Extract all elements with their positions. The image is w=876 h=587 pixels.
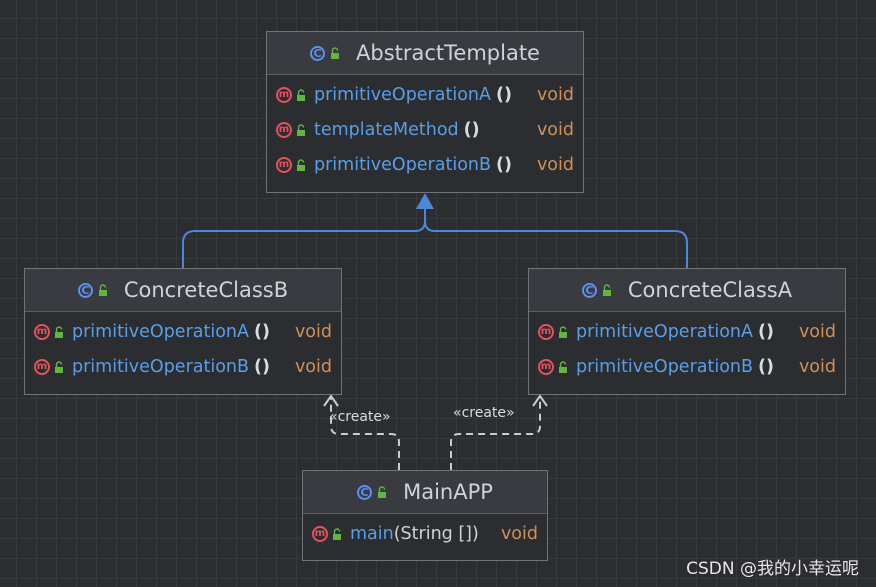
- inheritance-edge-concrete-b[interactable]: [182, 207, 426, 268]
- method-row[interactable]: m primitiveOperationA () void: [267, 77, 583, 112]
- class-header[interactable]: C AbstractTemplate: [267, 32, 583, 75]
- class-name: AbstractTemplate: [356, 41, 540, 65]
- method-params: (): [463, 119, 480, 140]
- public-lock-icon: [55, 360, 63, 373]
- create-edge-concrete-b[interactable]: [330, 397, 400, 470]
- public-lock-icon: [297, 123, 305, 136]
- method-row[interactable]: m primitiveOperationA () void: [529, 314, 845, 349]
- method-params: (): [496, 154, 513, 175]
- method-row[interactable]: m primitiveOperationB () void: [529, 349, 845, 384]
- public-lock-icon: [559, 360, 567, 373]
- method-row[interactable]: m primitiveOperationB () void: [25, 349, 341, 384]
- method-m-icon: m: [538, 358, 554, 375]
- class-c-icon: C: [357, 484, 373, 500]
- method-params: (): [495, 84, 512, 105]
- return-type: void: [294, 356, 332, 377]
- class-c-icon: C: [77, 282, 93, 298]
- public-lock-icon: [559, 325, 567, 338]
- class-header[interactable]: C MainAPP: [303, 471, 547, 514]
- method-params: (): [254, 356, 271, 377]
- return-type: void: [500, 523, 538, 544]
- return-type: void: [294, 321, 332, 342]
- method-name: primitiveOperationB: [72, 356, 250, 377]
- method-m-icon: m: [34, 358, 50, 375]
- public-lock-icon: [331, 47, 339, 59]
- method-row[interactable]: m primitiveOperationA () void: [25, 314, 341, 349]
- method-m-icon: m: [276, 121, 292, 138]
- method-row[interactable]: m primitiveOperationB () void: [267, 147, 583, 182]
- inheritance-arrowhead: [416, 193, 434, 209]
- method-m-icon: m: [276, 156, 292, 173]
- method-name: primitiveOperationB: [576, 356, 754, 377]
- return-type: void: [536, 154, 574, 175]
- method-params: (String []): [393, 523, 479, 544]
- class-header[interactable]: C ConcreteClassB: [25, 269, 341, 312]
- public-lock-icon: [602, 284, 611, 296]
- return-type: void: [798, 356, 836, 377]
- class-box-main-app[interactable]: C MainAPP m main (String []) void: [302, 470, 548, 561]
- class-box-concrete-a[interactable]: C ConcreteClassA m primitiveOperationA (…: [528, 268, 846, 395]
- inheritance-edges: [182, 207, 688, 268]
- public-lock-icon: [297, 88, 305, 101]
- public-lock-icon: [333, 527, 341, 540]
- method-m-icon: m: [34, 323, 50, 340]
- return-type: void: [798, 321, 836, 342]
- public-lock-icon: [98, 284, 107, 296]
- method-row[interactable]: m templateMethod () void: [267, 112, 583, 147]
- class-box-concrete-b[interactable]: C ConcreteClassB m primitiveOperationA (…: [24, 268, 342, 395]
- method-row[interactable]: m main (String []) void: [303, 516, 547, 551]
- class-header[interactable]: C ConcreteClassA: [529, 269, 845, 312]
- class-box-abstract-template[interactable]: C AbstractTemplate m primitiveOperationA…: [266, 31, 584, 193]
- method-params: (): [757, 321, 774, 342]
- return-type: void: [536, 119, 574, 140]
- return-type: void: [536, 84, 574, 105]
- method-m-icon: m: [312, 525, 328, 542]
- create-label-b: «create»: [329, 409, 391, 425]
- class-name: ConcreteClassA: [627, 278, 793, 302]
- method-name: primitiveOperationA: [72, 321, 249, 342]
- watermark-text: CSDN @我的小幸运呢: [686, 559, 859, 579]
- method-m-icon: m: [276, 86, 292, 103]
- class-c-icon: C: [310, 45, 325, 61]
- public-lock-icon: [297, 158, 305, 171]
- method-params: (): [758, 356, 775, 377]
- class-c-icon: C: [581, 282, 597, 298]
- public-lock-icon: [378, 486, 387, 498]
- class-name: ConcreteClassB: [123, 278, 289, 302]
- method-name: primitiveOperationA: [576, 321, 753, 342]
- method-name: primitiveOperationB: [314, 154, 492, 175]
- public-lock-icon: [55, 325, 63, 338]
- method-name: main: [350, 523, 394, 544]
- method-m-icon: m: [538, 323, 554, 340]
- class-name: MainAPP: [403, 480, 493, 504]
- method-name: primitiveOperationA: [314, 84, 491, 105]
- method-params: (): [253, 321, 270, 342]
- inheritance-edge-concrete-a[interactable]: [424, 207, 688, 268]
- method-name: templateMethod: [314, 119, 459, 140]
- create-label-a: «create»: [453, 405, 515, 421]
